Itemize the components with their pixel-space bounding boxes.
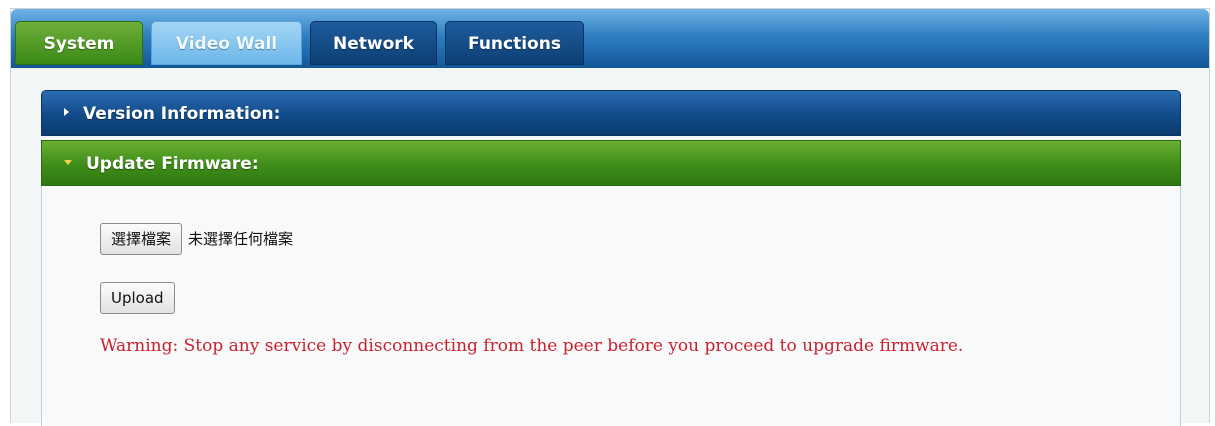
upload-button[interactable]: Upload <box>100 282 175 314</box>
version-information-header[interactable]: Version Information: <box>41 90 1181 136</box>
file-picker: 選擇檔案 未選擇任何檔案 <box>100 222 294 255</box>
choose-file-button[interactable]: 選擇檔案 <box>100 222 183 255</box>
file-status-text: 未選擇任何檔案 <box>188 229 294 248</box>
update-firmware-header[interactable]: Update Firmware: <box>41 140 1181 186</box>
tab-video-wall[interactable]: Video Wall <box>151 21 302 65</box>
upload-row: Upload <box>100 282 175 314</box>
tab-system[interactable]: System <box>15 21 143 65</box>
tab-bar: System Video Wall Network Functions <box>11 9 1209 68</box>
firmware-warning-text: Warning: Stop any service by disconnecti… <box>100 336 964 356</box>
tab-functions[interactable]: Functions <box>445 21 584 65</box>
update-firmware-title: Update Firmware: <box>86 154 259 174</box>
caret-right-icon <box>64 108 69 116</box>
update-firmware-body: 選擇檔案 未選擇任何檔案 Upload Warning: Stop any ser… <box>41 186 1181 426</box>
config-window: System Video Wall Network Functions Vers… <box>10 8 1210 426</box>
tab-network[interactable]: Network <box>310 21 437 65</box>
caret-down-icon <box>64 159 72 165</box>
version-information-title: Version Information: <box>83 104 281 124</box>
